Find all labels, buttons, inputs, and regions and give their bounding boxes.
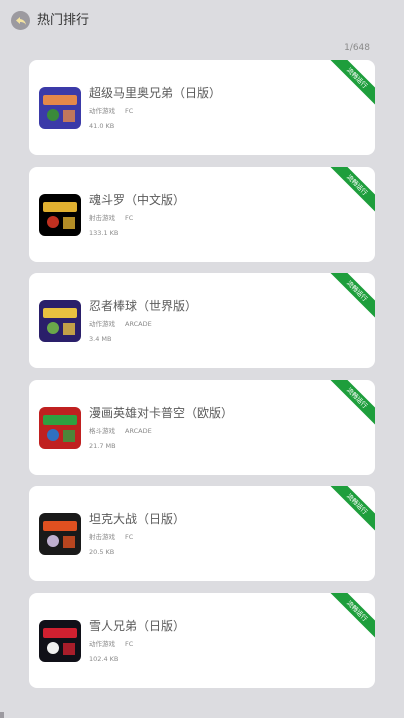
- game-tags: 动作游戏 FC: [89, 640, 133, 649]
- game-cover-image: [39, 406, 81, 449]
- game-file-size: 3.4 MB: [89, 335, 112, 343]
- status-ribbon: 流畅运行: [324, 592, 375, 644]
- game-cover-image: [39, 300, 81, 342]
- game-cover-image: [39, 513, 81, 555]
- status-ribbon: 流畅运行: [324, 166, 375, 218]
- game-card[interactable]: 超级马里奥兄弟（日版） 动作游戏 FC 41.0 KB 流畅运行: [29, 60, 375, 155]
- game-title: 超级马里奥兄弟（日版）: [89, 86, 222, 100]
- game-genre: 格斗游戏: [89, 426, 115, 435]
- game-card[interactable]: 坦克大战（日版） 射击游戏 FC 20.5 KB 流畅运行: [29, 486, 375, 581]
- back-button[interactable]: [11, 11, 30, 30]
- game-file-size: 41.0 KB: [89, 122, 115, 130]
- game-genre: 动作游戏: [89, 107, 115, 115]
- status-ribbon: 流畅运行: [324, 60, 375, 111]
- game-tags: 格斗游戏 ARCADE: [89, 427, 152, 436]
- game-tags: 动作游戏 ARCADE: [89, 320, 152, 329]
- game-card[interactable]: 漫画英雄对卡普空（欧版） 格斗游戏 ARCADE 21.7 MB 流畅运行: [29, 379, 375, 475]
- game-platform: FC: [125, 107, 134, 115]
- scroll-indicator: [0, 712, 4, 718]
- game-platform: FC: [125, 213, 134, 222]
- game-list: 超级马里奥兄弟（日版） 动作游戏 FC 41.0 KB 流畅运行 魂斗罗（中文版） 射击游…: [29, 60, 375, 699]
- status-ribbon: 流畅运行: [324, 379, 375, 431]
- game-genre: 动作游戏: [89, 320, 115, 328]
- game-file-size: 20.5 KB: [89, 548, 115, 556]
- game-cover-image: [39, 193, 81, 236]
- game-tags: 射击游戏 FC: [89, 533, 133, 542]
- game-genre: 射击游戏: [89, 533, 115, 541]
- game-card[interactable]: 雪人兄弟（日版） 动作游戏 FC 102.4 KB 流畅运行: [29, 592, 375, 688]
- top-bar: 热门排行: [0, 0, 404, 40]
- game-cover-image: [39, 619, 81, 662]
- game-platform: ARCADE: [125, 320, 152, 328]
- game-title: 坦克大战（日版）: [89, 512, 186, 526]
- game-title: 漫画英雄对卡普空（欧版）: [89, 405, 234, 420]
- game-file-size: 21.7 MB: [89, 441, 116, 450]
- game-title: 忍者棒球（世界版）: [89, 299, 198, 313]
- game-genre: 射击游戏: [89, 213, 115, 222]
- game-tags: 动作游戏 FC: [89, 107, 133, 116]
- game-platform: ARCADE: [125, 426, 152, 435]
- status-ribbon: 流畅运行: [324, 273, 375, 324]
- status-ribbon: 流畅运行: [324, 486, 375, 537]
- page-counter: 1/648: [344, 43, 370, 53]
- game-card[interactable]: 魂斗罗（中文版） 射击游戏 FC 133.1 KB 流畅运行: [29, 166, 375, 262]
- game-genre: 动作游戏: [89, 639, 115, 648]
- game-tags: 射击游戏 FC: [89, 214, 133, 223]
- game-title: 雪人兄弟（日版）: [89, 618, 186, 633]
- page-title: 热门排行: [37, 13, 90, 28]
- game-file-size: 102.4 KB: [89, 654, 119, 663]
- back-arrow-icon: [15, 16, 26, 25]
- game-card[interactable]: 忍者棒球（世界版） 动作游戏 ARCADE 3.4 MB 流畅运行: [29, 273, 375, 368]
- game-platform: FC: [125, 533, 134, 541]
- game-file-size: 133.1 KB: [89, 228, 119, 237]
- game-platform: FC: [125, 639, 134, 648]
- game-title: 魂斗罗（中文版）: [89, 192, 186, 207]
- game-cover-image: [39, 87, 81, 129]
